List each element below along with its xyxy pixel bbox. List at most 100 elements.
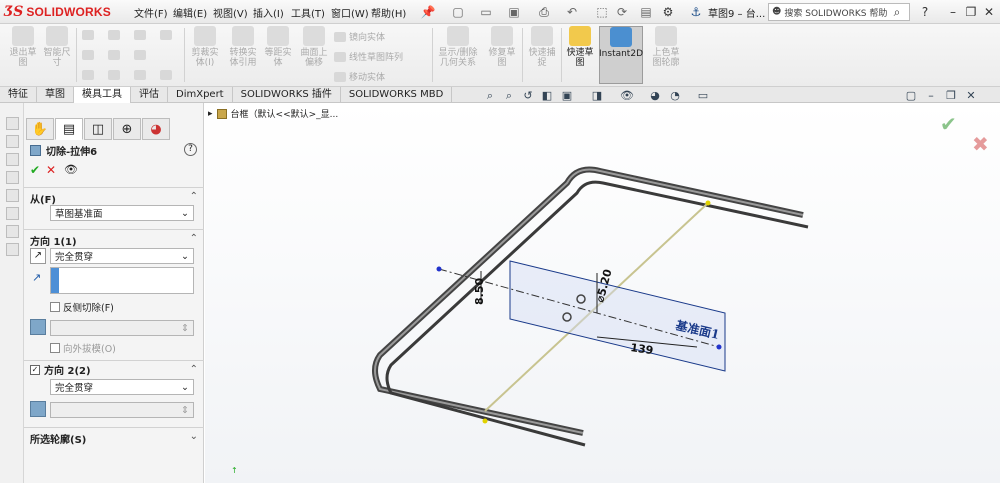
sketch-endpoint[interactable] <box>705 200 711 206</box>
draft-outward-checkbox[interactable]: 向外拔模(O) <box>50 341 116 355</box>
preview-eye-icon[interactable]: 👁 <box>64 163 78 176</box>
graphics-area[interactable]: 基准面1 8.50 ⌀5.20 139 ↑ <box>205 103 1000 483</box>
collapse-chevron-icon[interactable]: ⌃ <box>190 191 198 202</box>
display-relations-button[interactable]: 显示/删除 几何关系 <box>434 26 482 84</box>
panel-restore-icon[interactable]: ❐ <box>944 89 958 103</box>
convert-entities-button[interactable]: 转换实 体引用 <box>224 26 262 84</box>
circle-tool[interactable] <box>108 30 120 40</box>
configuration-manager-tab[interactable]: ◫ <box>84 118 112 140</box>
panel-minimize-icon[interactable]: – <box>924 89 938 103</box>
centerline-endpoint[interactable] <box>436 266 442 272</box>
view-settings-icon[interactable]: ▭ <box>696 89 710 103</box>
strip-icon[interactable] <box>6 153 19 166</box>
solidworks-logo[interactable]: ƷS SOLIDWORKS <box>4 3 116 21</box>
zoom-to-fit-icon[interactable]: ⌕ <box>483 89 497 103</box>
ok-button[interactable]: ✔ <box>30 163 40 177</box>
offset-entities-button[interactable]: 等距实 体 <box>260 26 296 84</box>
options-gear-icon[interactable]: ⚙ <box>660 4 676 20</box>
draft-angle-spinner[interactable]: ⇕ <box>50 320 194 336</box>
menu-view[interactable]: 视图(V) <box>213 5 248 20</box>
search-icon[interactable]: ⌕ <box>888 3 906 21</box>
repair-sketch-button[interactable]: 修复草 图 <box>484 26 520 84</box>
dimension-length[interactable]: 139 <box>630 341 655 357</box>
collapse-chevron-icon[interactable]: ⌃ <box>190 364 198 375</box>
minimize-button[interactable]: – <box>944 3 962 21</box>
offset-on-surface-button[interactable]: 曲面上 偏移 <box>296 26 332 84</box>
appearance-icon[interactable]: ◕ <box>648 89 662 103</box>
centerline-endpoint[interactable] <box>716 344 722 350</box>
slot-tool[interactable] <box>82 70 94 80</box>
section-from[interactable]: 从(F) ⌃ <box>24 187 204 206</box>
draft-icon[interactable] <box>30 319 46 335</box>
strip-icon[interactable] <box>6 117 19 130</box>
strip-icon[interactable] <box>6 171 19 184</box>
zoom-area-icon[interactable]: ⌕ <box>502 89 516 103</box>
cancel-button[interactable]: ✕ <box>46 163 56 177</box>
model-viewport[interactable]: 基准面1 8.50 ⌀5.20 139 ↑ <box>205 103 1000 483</box>
print-icon[interactable]: ⎙ <box>536 4 552 20</box>
hide-show-icon[interactable]: 👁 <box>620 89 634 103</box>
end-condition-select[interactable]: 完全贯穿 ⌄ <box>50 248 194 264</box>
menu-help[interactable]: 帮助(H) <box>371 5 406 20</box>
from-select[interactable]: 草图基准面 ⌄ <box>50 205 194 221</box>
help-icon[interactable]: ? <box>916 3 934 21</box>
property-manager-tab[interactable]: ▤ <box>55 118 83 140</box>
strip-icon[interactable] <box>6 243 19 256</box>
direction-vector-field[interactable] <box>50 267 194 294</box>
expand-arrow-icon[interactable]: ▸ <box>208 109 213 119</box>
section-view-icon[interactable]: ◧ <box>540 89 554 103</box>
panel-close-icon[interactable]: ✕ <box>964 89 978 103</box>
reverse-direction-icon[interactable]: ↗ <box>30 248 46 264</box>
tab-sketch[interactable]: 草图 <box>37 87 74 103</box>
restore-button[interactable]: ❐ <box>962 3 980 21</box>
tab-evaluate[interactable]: 评估 <box>131 87 168 103</box>
display-style-icon[interactable]: ◨ <box>590 89 604 103</box>
feature-tree-root[interactable]: ▸ 台框（默认<<默认>_显... <box>208 107 338 120</box>
view-orientation-icon[interactable]: ▣ <box>560 89 574 103</box>
dimxpert-manager-tab[interactable]: ⊕ <box>113 118 141 140</box>
checkbox-box[interactable] <box>50 302 60 312</box>
tab-mold-tools[interactable]: 模具工具 <box>74 87 131 103</box>
point-tool[interactable] <box>160 30 172 40</box>
spinner-arrows-icon[interactable]: ⇕ <box>181 323 189 334</box>
reference-plane[interactable] <box>509 260 726 372</box>
text-tool[interactable] <box>160 70 172 80</box>
instant2d-button[interactable]: Instant2D <box>599 26 643 84</box>
tab-features[interactable]: 特征 <box>0 87 37 103</box>
section-direction2[interactable]: ✓ 方向 2(2) ⌃ <box>24 360 204 378</box>
display-manager-tab[interactable]: ◕ <box>142 118 170 140</box>
section-selected-contours[interactable]: 所选轮廓(S) ⌄ <box>24 427 204 446</box>
arc-tool[interactable] <box>108 50 120 60</box>
menu-edit[interactable]: 编辑(E) <box>173 5 207 20</box>
feature-manager-tab[interactable]: ✋ <box>26 118 54 140</box>
ellipse-tool[interactable] <box>134 50 146 60</box>
confirm-corner-cancel-icon[interactable]: ✖ <box>972 132 989 156</box>
panel-tile-icon[interactable]: ▢ <box>904 89 918 103</box>
pin-icon[interactable]: 📌 <box>420 4 436 20</box>
undo-icon[interactable]: ↶ <box>564 4 580 20</box>
confirm-corner-ok-icon[interactable]: ✔ <box>940 112 957 136</box>
spinner-arrows-icon[interactable]: ⇕ <box>181 405 189 416</box>
strip-icon[interactable] <box>6 225 19 238</box>
tab-dimxpert[interactable]: DimXpert <box>168 87 233 103</box>
dimension-height[interactable]: 8.50 <box>473 278 486 305</box>
sketch-endpoint[interactable] <box>482 418 488 424</box>
scene-icon[interactable]: ◔ <box>668 89 682 103</box>
help-button[interactable]: ? <box>184 143 197 156</box>
move-entities-button[interactable]: 移动实体 <box>334 70 385 83</box>
previous-view-icon[interactable]: ↺ <box>521 89 535 103</box>
close-button[interactable]: ✕ <box>980 3 998 21</box>
polygon-tool[interactable] <box>108 70 120 80</box>
menu-insert[interactable]: 插入(I) <box>253 5 284 20</box>
new-icon[interactable]: ▢ <box>450 4 466 20</box>
expand-chevron-icon[interactable]: ⌄ <box>190 431 198 442</box>
checkbox-box[interactable] <box>50 343 60 353</box>
direction2-checkbox[interactable]: ✓ <box>30 364 40 375</box>
open-icon[interactable]: ▭ <box>478 4 494 20</box>
flip-side-checkbox[interactable]: 反侧切除(F) <box>50 300 114 314</box>
shaded-sketch-button[interactable]: 上色草 图轮廓 <box>648 26 684 84</box>
tab-addins[interactable]: SOLIDWORKS 插件 <box>233 87 341 103</box>
menu-window[interactable]: 窗口(W) <box>331 5 369 20</box>
quick-snaps-button[interactable]: 快速捕 捉 <box>524 26 560 84</box>
rectangle-tool[interactable] <box>82 50 94 60</box>
